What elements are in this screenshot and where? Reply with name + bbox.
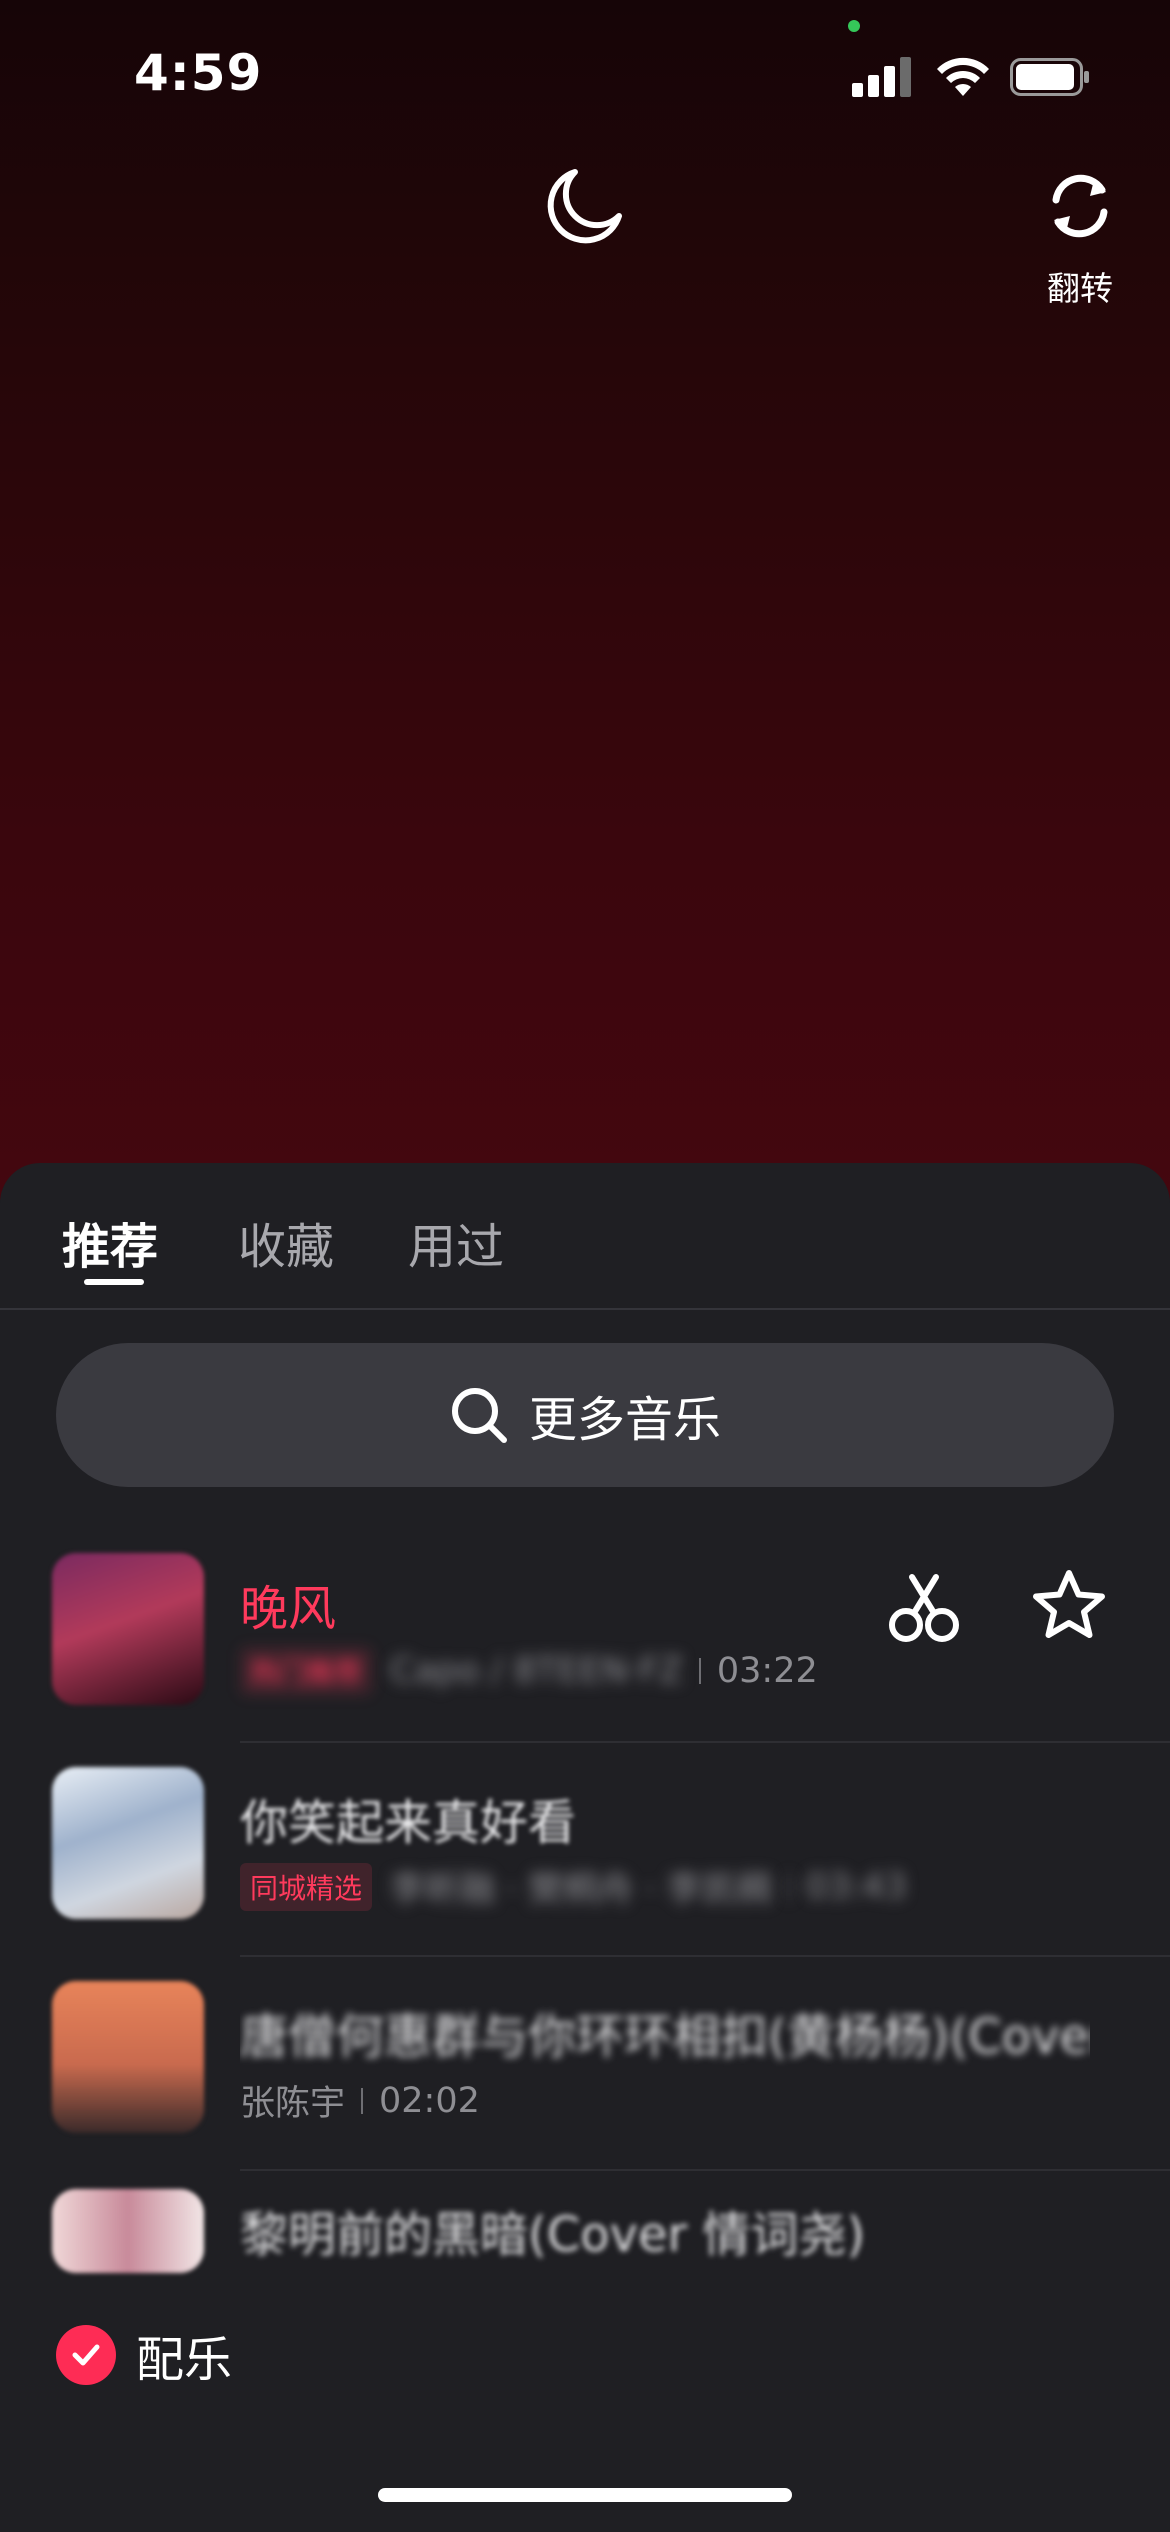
meta-divider (698, 1658, 701, 1684)
song-cover (52, 1553, 204, 1705)
more-music-search-button[interactable]: 更多音乐 (56, 1343, 1114, 1487)
song-meta: 同城精选 李昕融 · 樊桐舟 · 李凯稠 03:43 (240, 1861, 907, 1912)
song-artist: Capo / 8TEEN·FZ (390, 1651, 683, 1691)
tab-used[interactable]: 用过 (408, 1207, 504, 1277)
favorite-star-icon[interactable] (1030, 1567, 1108, 1645)
camera-in-use-indicator (848, 20, 860, 32)
song-duration: 03:22 (716, 1651, 818, 1691)
music-tabs: 推荐 收藏 用过 (0, 1163, 1170, 1310)
song-title: 你笑起来真好看 (240, 1783, 576, 1853)
song-item[interactable]: 晚风 热门推荐 Capo / 8TEEN·FZ 03:22 (0, 1529, 1170, 1743)
night-mode-icon[interactable] (545, 166, 625, 246)
song-artist: 张陈宇 (240, 2084, 346, 2124)
flip-camera-label[interactable]: 翻转 (1020, 262, 1140, 310)
song-cover (52, 2189, 204, 2273)
song-tag: 热门推荐 (240, 1647, 373, 1695)
song-duration: 02:02 (379, 2080, 480, 2121)
song-title: 晚风 (240, 1581, 337, 1637)
tab-favorites[interactable]: 收藏 (238, 1207, 334, 1277)
song-meta: 热门推荐 Capo / 8TEEN·FZ 03:22 (240, 1647, 818, 1695)
song-item[interactable]: 唐僧何惠群与你环环相扣(黄杨杨)(Cover... 张陈宇 02:02 (0, 1957, 1170, 2171)
song-title: 黎明前的黑暗(Cover 情词尧) (240, 2195, 865, 2265)
cellular-signal-icon (852, 57, 911, 97)
song-title-text: 唐僧何惠群与你环环相扣(黄杨杨)(Cover... (240, 2009, 1090, 2065)
song-item[interactable]: 黎明前的黑暗(Cover 情词尧) (0, 2171, 1170, 2291)
song-duration: 03:43 (805, 1866, 907, 1907)
search-label: 更多音乐 (528, 1392, 721, 1448)
battery-icon (1010, 58, 1089, 96)
song-artist: 李昕融 · 樊桐舟 · 李凯稠 (390, 1870, 772, 1910)
music-toggle-label: 配乐 (136, 2332, 233, 2388)
check-icon (72, 2344, 100, 2366)
song-title-text: 黎明前的黑暗(Cover 情词尧) (240, 2207, 866, 2263)
meta-divider (787, 1873, 790, 1900)
clip-music-icon[interactable] (884, 1569, 964, 1649)
status-time: 4:59 (134, 44, 263, 102)
song-title-text: 你笑起来真好看 (240, 1795, 577, 1851)
search-icon (451, 1388, 507, 1443)
checkbox-checked[interactable] (56, 2325, 116, 2385)
meta-divider (361, 2087, 364, 2114)
home-indicator[interactable] (378, 2488, 792, 2502)
music-toggle[interactable]: 配乐 (56, 2320, 232, 2390)
song-meta: 张陈宇 02:02 (240, 2075, 480, 2126)
song-title: 唐僧何惠群与你环环相扣(黄杨杨)(Cover... (240, 1997, 1090, 2067)
song-cover (52, 1767, 204, 1919)
tab-recommended[interactable]: 推荐 (62, 1207, 158, 1277)
song-cover (52, 1981, 204, 2133)
song-tag: 同城精选 (240, 1862, 373, 1911)
flip-camera-icon[interactable] (1040, 166, 1120, 246)
active-tab-indicator (84, 1279, 144, 1285)
status-bar: 4:59 (0, 0, 1170, 150)
song-item[interactable]: 你笑起来真好看 同城精选 李昕融 · 樊桐舟 · 李凯稠 03:43 (0, 1743, 1170, 1957)
wifi-icon (937, 57, 989, 96)
